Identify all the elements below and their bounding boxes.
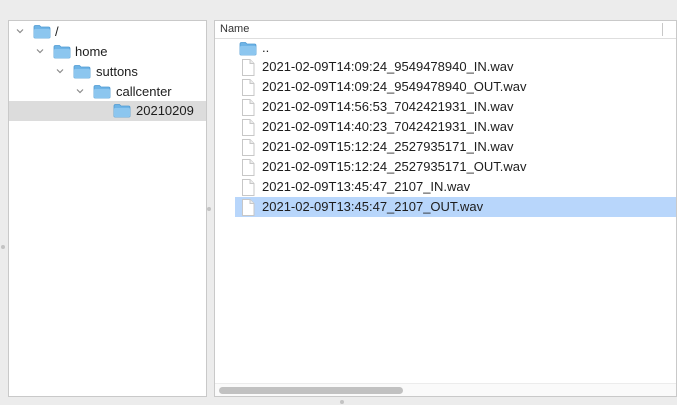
file-row-selected[interactable]: 2021-02-09T13:45:47_2107_OUT.wav <box>235 197 676 217</box>
tree-item-label: suttons <box>96 64 138 79</box>
file-row[interactable]: 2021-02-09T14:40:23_7042421931_IN.wav <box>235 117 676 137</box>
column-header-name[interactable]: Name <box>220 22 249 37</box>
file-name: 2021-02-09T15:12:24_2527935171_OUT.wav <box>262 159 527 174</box>
document-icon <box>241 99 255 116</box>
folder-tree-pane[interactable]: / home suttons callcenter 20210209 <box>8 20 207 397</box>
file-name: 2021-02-09T14:09:24_9549478940_IN.wav <box>262 59 514 74</box>
chevron-down-icon[interactable] <box>16 27 24 35</box>
tree-item-home[interactable]: home <box>9 42 206 62</box>
folder-icon <box>73 64 91 79</box>
document-icon <box>241 59 255 76</box>
document-icon <box>241 139 255 156</box>
file-name: 2021-02-09T15:12:24_2527935171_IN.wav <box>262 139 514 154</box>
chevron-down-icon[interactable] <box>76 87 84 95</box>
window-resize-handle[interactable] <box>1 245 5 249</box>
file-name: .. <box>262 40 270 55</box>
file-row[interactable]: 2021-02-09T14:56:53_7042421931_IN.wav <box>235 97 676 117</box>
file-name: 2021-02-09T13:45:47_2107_OUT.wav <box>262 199 484 214</box>
folder-icon <box>113 103 131 118</box>
chevron-down-icon[interactable] <box>36 47 44 55</box>
file-name: 2021-02-09T14:09:24_9549478940_OUT.wav <box>262 79 527 94</box>
file-list-pane[interactable]: Name .. 2021-02-09T14:09:24_9549478940_I… <box>214 20 677 397</box>
tree-item-label: 20210209 <box>136 103 194 118</box>
scrollbar-thumb[interactable] <box>219 387 403 394</box>
tree-item-label: / <box>55 24 59 39</box>
tree-item-suttons[interactable]: suttons <box>9 62 206 82</box>
file-name: 2021-02-09T14:40:23_7042421931_IN.wav <box>262 119 514 134</box>
folder-icon <box>93 84 111 99</box>
tree-item-20210209[interactable]: 20210209 <box>9 101 206 121</box>
tree-item-label: home <box>75 44 108 59</box>
tree-item-root[interactable]: / <box>9 22 206 42</box>
bottom-resize-handle[interactable] <box>340 400 344 404</box>
file-row[interactable]: 2021-02-09T14:09:24_9549478940_IN.wav <box>235 57 676 77</box>
column-divider[interactable] <box>662 23 663 36</box>
horizontal-scrollbar[interactable] <box>215 383 676 396</box>
document-icon <box>241 179 255 196</box>
column-header[interactable]: Name <box>215 21 676 39</box>
folder-icon <box>239 41 257 56</box>
file-row-parent[interactable]: .. <box>235 38 676 58</box>
tree-item-label: callcenter <box>116 84 172 99</box>
folder-icon <box>53 44 71 59</box>
file-row[interactable]: 2021-02-09T14:09:24_9549478940_OUT.wav <box>235 77 676 97</box>
file-row[interactable]: 2021-02-09T15:12:24_2527935171_IN.wav <box>235 137 676 157</box>
file-name: 2021-02-09T13:45:47_2107_IN.wav <box>262 179 471 194</box>
folder-icon <box>33 24 51 39</box>
file-row[interactable]: 2021-02-09T13:45:47_2107_IN.wav <box>235 177 676 197</box>
document-icon <box>241 119 255 136</box>
document-icon <box>241 79 255 96</box>
tree-item-callcenter[interactable]: callcenter <box>9 82 206 102</box>
pane-splitter-handle[interactable] <box>207 207 211 211</box>
document-icon <box>241 159 255 176</box>
file-row[interactable]: 2021-02-09T15:12:24_2527935171_OUT.wav <box>235 157 676 177</box>
file-name: 2021-02-09T14:56:53_7042421931_IN.wav <box>262 99 514 114</box>
document-icon <box>241 199 255 216</box>
chevron-down-icon[interactable] <box>56 67 64 75</box>
